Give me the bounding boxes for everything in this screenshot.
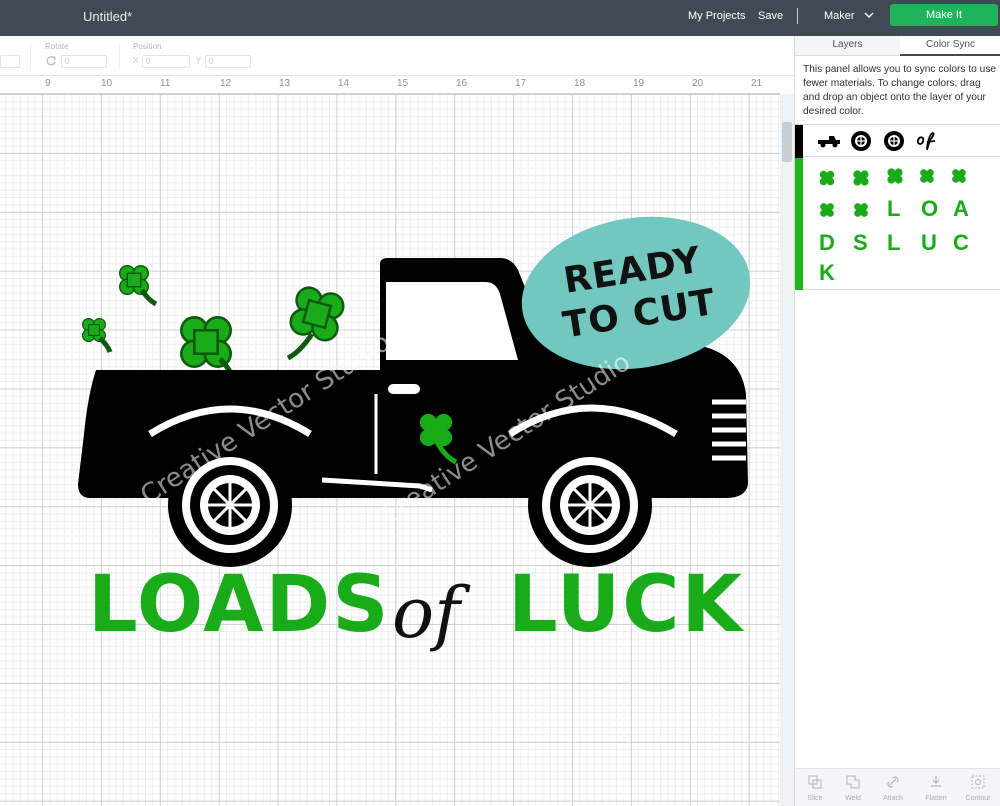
app-window: Untitled* My Projects Save Maker Make It…	[0, 0, 1000, 806]
slice-tool[interactable]: Slice	[795, 769, 835, 806]
green-letter[interactable]: L	[887, 230, 901, 256]
flatten-label: Flatten	[925, 795, 947, 802]
ruler-mark: 10	[101, 78, 113, 89]
x-position-input[interactable]: 0	[142, 55, 190, 68]
rotate-icon	[46, 56, 56, 66]
phrase-word-loads[interactable]: LOADS	[88, 560, 390, 650]
green-letter[interactable]: O	[921, 196, 939, 222]
truck-design[interactable]	[0, 94, 780, 806]
ruler-mark: 19	[633, 78, 645, 89]
ruler-mark: 17	[515, 78, 527, 89]
document-title[interactable]: Untitled*	[83, 9, 132, 24]
ruler-mark: 13	[279, 78, 291, 89]
wheel-icon[interactable]	[883, 130, 905, 152]
color-sync-description: This panel allows you to sync colors to …	[803, 64, 997, 117]
chevron-down-icon[interactable]	[863, 9, 875, 21]
phrase-word-of[interactable]: of	[392, 572, 460, 654]
contour-tool[interactable]: Contour	[958, 769, 998, 806]
horizontal-ruler: 9 10 11 12 13 14 15 16 17 18 19 20 21	[0, 76, 780, 94]
header-separator	[797, 8, 798, 24]
edit-toolbar: Rotate 0 Position X 0 Y 0	[0, 36, 794, 76]
ruler-mark: 16	[456, 78, 468, 89]
attach-icon	[887, 776, 899, 788]
green-letter[interactable]: C	[953, 230, 970, 256]
green-letter[interactable]: L	[887, 196, 901, 222]
ruler-mark: 11	[160, 78, 171, 89]
ruler-mark: 21	[751, 78, 763, 89]
green-letter[interactable]: U	[921, 230, 938, 256]
machine-select[interactable]: Maker	[824, 10, 855, 22]
green-letter[interactable]: A	[953, 196, 970, 222]
front-wheel	[542, 457, 638, 553]
slice-label: Slice	[807, 795, 823, 802]
x-label: X	[133, 56, 139, 65]
weld-label: Weld	[845, 795, 861, 802]
make-it-button[interactable]: Make It	[890, 4, 998, 26]
rotate-label: Rotate	[45, 42, 69, 51]
y-label: Y	[196, 56, 202, 65]
contour-icon	[971, 775, 985, 789]
ruler-mark: 20	[692, 78, 704, 89]
size-stepper[interactable]	[0, 55, 20, 68]
toolbar-divider	[119, 44, 120, 70]
attach-label: Attach	[883, 795, 903, 802]
layers-panel: Layers Color Sync This panel allows you …	[794, 36, 1000, 806]
design-canvas[interactable]: READY TO CUT LOADS of LUCK Creative Vect…	[0, 94, 780, 806]
ruler-mark: 12	[220, 78, 232, 89]
save-link[interactable]: Save	[758, 10, 783, 22]
green-letter[interactable]: D	[819, 230, 836, 256]
position-label: Position	[133, 42, 162, 51]
truck-icon[interactable]	[817, 134, 841, 148]
ruler-mark: 15	[397, 78, 409, 89]
ruler-mark: 18	[574, 78, 586, 89]
green-letter[interactable]: S	[853, 230, 869, 256]
weld-tool[interactable]: Weld	[833, 769, 873, 806]
of-text-icon[interactable]	[915, 130, 939, 152]
ruler-mark: 9	[45, 78, 51, 89]
canvas-scrollbar[interactable]	[780, 94, 794, 806]
bottom-toolbar: Slice Weld Attach Flatten Contour	[795, 768, 1000, 806]
contour-label: Contour	[965, 795, 991, 802]
attach-tool[interactable]: Attach	[873, 769, 913, 806]
black-swatch	[795, 125, 803, 158]
rotate-input[interactable]: 0	[61, 55, 107, 68]
green-color-layer[interactable]: L O A D S L U C K	[795, 158, 1000, 290]
flatten-icon	[931, 776, 941, 787]
phrase-word-luck[interactable]: LUCK	[508, 560, 744, 650]
wheel-icon[interactable]	[850, 130, 872, 152]
tab-layers[interactable]: Layers	[795, 36, 900, 56]
toolbar-divider	[30, 44, 31, 70]
slice-icon	[808, 775, 822, 789]
door-handle	[388, 384, 420, 394]
ruler-mark: 14	[338, 78, 350, 89]
top-bar: Untitled* My Projects Save Maker Make It	[0, 0, 1000, 36]
weld-icon	[846, 775, 860, 789]
truck-window	[386, 282, 518, 360]
my-projects-link[interactable]: My Projects	[688, 10, 745, 22]
black-color-layer[interactable]	[795, 124, 1000, 158]
y-position-input[interactable]: 0	[205, 55, 251, 68]
scroll-thumb[interactable]	[782, 122, 792, 162]
flatten-tool[interactable]: Flatten	[916, 769, 956, 806]
green-swatch	[795, 158, 803, 290]
green-letter[interactable]: K	[819, 260, 836, 286]
tab-color-sync[interactable]: Color Sync	[900, 36, 1000, 56]
